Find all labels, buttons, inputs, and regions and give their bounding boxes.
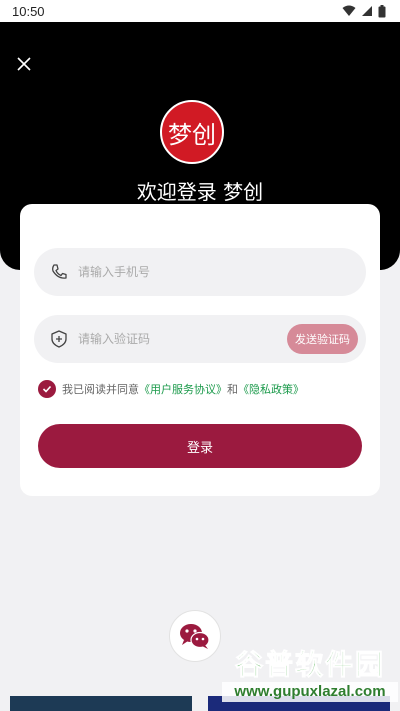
- phone-input[interactable]: [78, 265, 358, 279]
- app-logo: 梦创: [160, 100, 224, 164]
- shield-plus-icon: [51, 330, 67, 348]
- wifi-icon: [342, 5, 356, 16]
- close-icon: [17, 57, 31, 71]
- status-icons: [342, 4, 386, 18]
- close-button[interactable]: [12, 52, 36, 76]
- watermark-title: 谷普软件园: [234, 648, 385, 682]
- agree-and: 和: [227, 383, 238, 396]
- bottom-thumbnail-left: [10, 696, 192, 711]
- phone-icon: [52, 264, 67, 279]
- phone-field: [34, 248, 366, 296]
- site-watermark: 谷普软件园 www.gupuxlazal.com: [222, 648, 398, 710]
- welcome-title: 欢迎登录 梦创: [136, 180, 264, 204]
- agree-prefix: 我已阅读并同意: [62, 383, 139, 396]
- agree-checkbox[interactable]: [38, 380, 56, 398]
- check-icon: [42, 385, 52, 393]
- login-button[interactable]: 登录: [38, 424, 362, 468]
- code-input[interactable]: [78, 332, 287, 346]
- logo-text: 梦创: [168, 120, 216, 149]
- privacy-policy-link[interactable]: 《隐私政策》: [238, 381, 304, 397]
- wechat-login-button[interactable]: [169, 610, 221, 662]
- battery-icon: [378, 4, 386, 17]
- wechat-icon: [180, 624, 210, 649]
- login-card: 发送验证码 我已阅读并同意 《用户服务协议》 和 《隐私政策》 登录: [20, 204, 380, 496]
- code-field: 发送验证码: [34, 315, 366, 363]
- send-code-button[interactable]: 发送验证码: [287, 324, 358, 354]
- watermark-url: www.gupuxlazal.com: [222, 682, 398, 702]
- status-time: 10:50: [12, 3, 45, 19]
- signal-icon: [362, 6, 372, 16]
- agreement-row: 我已阅读并同意 《用户服务协议》 和 《隐私政策》: [38, 380, 304, 398]
- user-agreement-link[interactable]: 《用户服务协议》: [139, 381, 227, 397]
- status-bar: 10:50: [0, 0, 400, 22]
